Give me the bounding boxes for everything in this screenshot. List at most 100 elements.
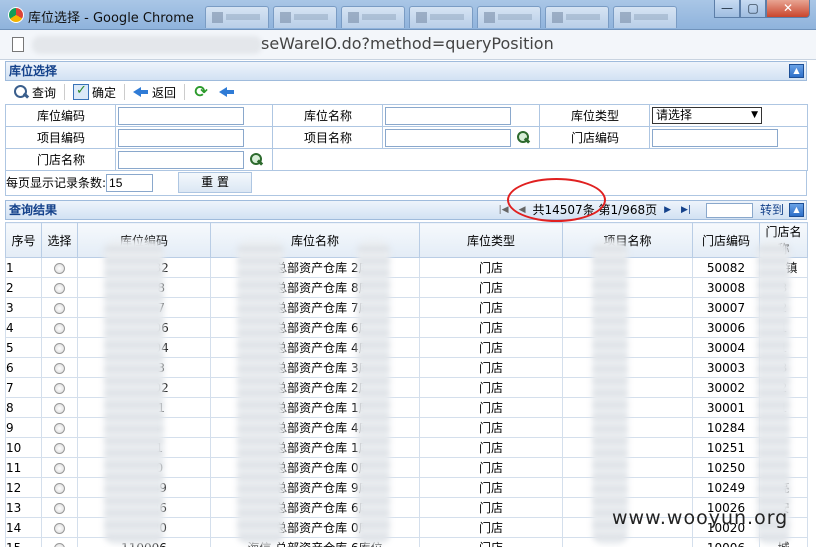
row-radio[interactable] [54,302,65,314]
collapse-up-icon[interactable]: ▲ [789,64,804,78]
column-header: 选择 [41,222,78,258]
row-radio[interactable] [54,262,65,274]
cell-store-code: 30008 [692,277,760,298]
cell-store-code: 10249 [692,477,760,498]
row-radio[interactable] [54,522,65,534]
position-name-label: 库位名称 [272,104,383,127]
cell-type: 门店 [419,337,563,358]
row-radio[interactable] [54,342,65,354]
cell-store-code: 50082 [692,257,760,278]
cell-type: 门店 [419,457,563,478]
select-cell [41,437,78,458]
next-page-icon[interactable]: ▶ [661,201,674,219]
browser-tab[interactable] [613,6,677,28]
browser-tab[interactable] [341,6,405,28]
select-cell [41,417,78,438]
project-code-input[interactable] [118,128,244,147]
query-panel-header: 库位选择 ▲ [5,61,807,81]
page-size-label: 每页显示记录条数: [6,176,107,190]
position-type-label: 库位类型 [539,104,650,127]
cell-type: 门店 [419,517,563,538]
redaction-mask [592,240,628,545]
reset-button[interactable]: 重 置 [178,172,253,193]
cell-type: 门店 [419,497,563,518]
store-code-input[interactable] [652,128,778,147]
cell-seq: 3 [5,297,42,318]
redaction-mask [357,240,390,545]
maximize-button[interactable]: ▢ [740,0,766,18]
browser-titlebar: 库位选择 - Google Chrome — ▢ ✕ [0,0,816,30]
cell-seq: 9 [5,417,42,438]
watermark: www.wooyun.org [612,507,789,529]
row-radio[interactable] [54,542,65,547]
browser-tab[interactable] [409,6,473,28]
row-radio[interactable] [54,462,65,474]
row-radio[interactable] [54,422,65,434]
back-arrow-icon [133,84,149,100]
select-cell [41,257,78,278]
cell-store-code: 10250 [692,457,760,478]
store-lookup-icon[interactable] [248,152,264,168]
position-name-input[interactable] [385,106,511,125]
row-radio[interactable] [54,362,65,374]
row-radio[interactable] [54,442,65,454]
row-radio[interactable] [54,402,65,414]
row-radio[interactable] [54,502,65,514]
cell-store-code: 10251 [692,437,760,458]
cell-store-code: 10284 [692,417,760,438]
position-code-input[interactable] [118,106,244,125]
previous-button[interactable] [215,82,239,102]
cell-seq: 11 [5,457,42,478]
cell-type: 门店 [419,437,563,458]
cell-seq: 6 [5,357,42,378]
browser-tab[interactable] [273,6,337,28]
collapse-up-icon[interactable]: ▲ [789,203,804,217]
confirm-label: 确定 [92,85,117,100]
browser-tab[interactable] [477,6,541,28]
cell-seq: 4 [5,317,42,338]
row-radio[interactable] [54,482,65,494]
minimize-button[interactable]: — [714,0,740,18]
cell-type: 门店 [419,417,563,438]
redaction-mask [237,240,284,545]
address-bar[interactable]: seWareIO.do?method=queryPosition [0,30,816,60]
cell-project [562,537,693,547]
project-name-input[interactable] [385,128,511,147]
toolbar: 查询 确定 返回 ⟳ [5,81,807,103]
window-title: 库位选择 - Google Chrome [28,11,194,26]
column-header: 序号 [5,222,42,258]
redaction-mask [104,240,164,545]
column-header: 库位类型 [419,222,563,258]
row-radio[interactable] [54,322,65,334]
last-page-icon[interactable]: ▶| [678,201,694,219]
select-cell [41,457,78,478]
query-button[interactable]: 查询 [9,82,60,102]
left-arrow-icon [219,84,235,100]
dropdown-arrow-icon: ▼ [751,110,758,120]
confirm-button[interactable]: 确定 [69,82,120,102]
page-size-row: 每页显示记录条数: 重 置 [5,170,807,196]
back-label: 返回 [152,85,177,100]
cell-seq: 12 [5,477,42,498]
goto-button[interactable]: 转到 [760,201,784,219]
cell-type: 门店 [419,477,563,498]
cell-type: 门店 [419,317,563,338]
cell-type: 门店 [419,357,563,378]
url-text[interactable]: seWareIO.do?method=queryPosition [261,34,554,53]
position-type-select[interactable]: 请选择 ▼ [652,107,762,124]
refresh-button[interactable]: ⟳ [189,82,213,102]
cell-type: 门店 [419,377,563,398]
row-radio[interactable] [54,282,65,294]
goto-page-input[interactable] [705,202,753,218]
project-lookup-icon[interactable] [515,130,531,146]
row-radio[interactable] [54,382,65,394]
back-button[interactable]: 返回 [129,82,180,102]
close-button[interactable]: ✕ [766,0,810,18]
browser-tab[interactable] [205,6,269,28]
select-cell [41,277,78,298]
store-name-input[interactable] [118,150,244,169]
page-size-input[interactable] [106,173,154,192]
browser-tab[interactable] [545,6,609,28]
cell-store-code: 10006 [692,537,760,547]
cell-store-code: 30002 [692,377,760,398]
